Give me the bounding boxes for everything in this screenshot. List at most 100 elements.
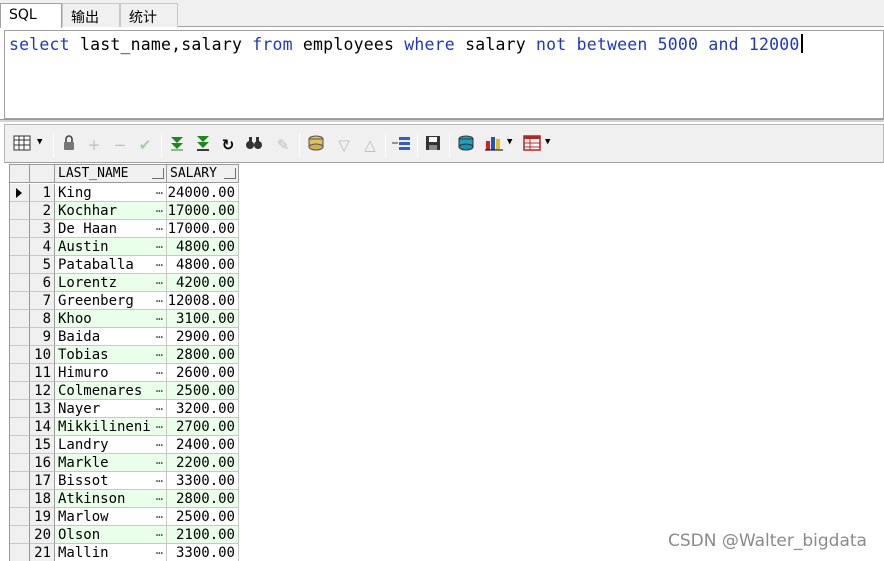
grid-view-dropdown-icon[interactable]: ▼: [37, 137, 42, 147]
row-indicator[interactable]: [10, 328, 30, 346]
row-indicator[interactable]: [10, 220, 30, 238]
pane-splitter[interactable]: [0, 119, 884, 122]
table-options-dropdown-icon[interactable]: ▼: [545, 137, 550, 147]
table-row[interactable]: 6 Lorentz … 4200.00: [10, 274, 240, 292]
table-row[interactable]: 20 Olson … 2100.00: [10, 526, 240, 544]
cell-editor-button[interactable]: …: [156, 364, 163, 379]
row-indicator[interactable]: [10, 490, 30, 508]
cell-editor-button[interactable]: …: [156, 382, 163, 397]
query-by-example-icon[interactable]: [307, 135, 325, 155]
cell-editor-button[interactable]: …: [156, 292, 163, 307]
cell-editor-button[interactable]: …: [156, 526, 163, 541]
cell-last-name[interactable]: King…: [55, 184, 167, 202]
export-icon[interactable]: [457, 135, 475, 155]
delete-row-icon[interactable]: −: [113, 135, 127, 155]
row-indicator[interactable]: [10, 436, 30, 454]
cell-salary[interactable]: 17000.00: [167, 202, 239, 220]
tab-sql[interactable]: SQL: [0, 3, 62, 28]
table-row[interactable]: 8 Khoo … 3100.00: [10, 310, 240, 328]
cell-salary[interactable]: 12008.00: [167, 292, 239, 310]
cell-salary[interactable]: 3300.00: [167, 472, 239, 490]
cell-editor-button[interactable]: …: [156, 220, 163, 235]
table-row[interactable]: 10 Tobias … 2800.00: [10, 346, 240, 364]
cell-salary[interactable]: 3300.00: [167, 544, 239, 561]
table-row[interactable]: 7 Greenberg … 12008.00: [10, 292, 240, 310]
cell-editor-button[interactable]: …: [156, 274, 163, 289]
row-indicator[interactable]: [10, 238, 30, 256]
cell-salary[interactable]: 24000.00: [167, 184, 239, 202]
cell-salary[interactable]: 4800.00: [167, 238, 239, 256]
cell-last-name[interactable]: Nayer…: [55, 400, 167, 418]
cell-last-name[interactable]: Atkinson…: [55, 490, 167, 508]
tab-statistics[interactable]: 统计: [120, 3, 178, 27]
column-sort-icon[interactable]: [224, 168, 236, 179]
chart-icon[interactable]: [485, 135, 503, 155]
table-row[interactable]: 17 Bissot … 3300.00: [10, 472, 240, 490]
find-icon[interactable]: [245, 135, 263, 155]
sql-editor[interactable]: select last_name,salary from employees w…: [4, 30, 884, 119]
cell-editor-button[interactable]: …: [156, 238, 163, 253]
cell-last-name[interactable]: Greenberg…: [55, 292, 167, 310]
table-row[interactable]: 14 Mikkilineni … 2700.00: [10, 418, 240, 436]
table-row[interactable]: 15 Landry … 2400.00: [10, 436, 240, 454]
cell-last-name[interactable]: Landry…: [55, 436, 167, 454]
cell-editor-button[interactable]: …: [156, 544, 163, 559]
sql-text[interactable]: select last_name,salary from employees w…: [9, 34, 803, 54]
cell-salary[interactable]: 3200.00: [167, 400, 239, 418]
table-row[interactable]: 18 Atkinson … 2800.00: [10, 490, 240, 508]
table-row[interactable]: 16 Markle … 2200.00: [10, 454, 240, 472]
cell-salary[interactable]: 2900.00: [167, 328, 239, 346]
column-sort-icon[interactable]: [152, 168, 164, 179]
row-indicator[interactable]: [10, 382, 30, 400]
row-indicator[interactable]: [10, 400, 30, 418]
cell-salary[interactable]: 4200.00: [167, 274, 239, 292]
cell-editor-button[interactable]: …: [156, 472, 163, 487]
cell-editor-button[interactable]: …: [156, 202, 163, 217]
add-row-icon[interactable]: +: [87, 135, 101, 155]
table-row[interactable]: 19 Marlow … 2500.00: [10, 508, 240, 526]
cell-salary[interactable]: 4800.00: [167, 256, 239, 274]
cell-editor-button[interactable]: …: [156, 508, 163, 523]
cell-editor-button[interactable]: …: [156, 184, 163, 199]
cell-last-name[interactable]: Olson…: [55, 526, 167, 544]
cell-last-name[interactable]: Kochhar…: [55, 202, 167, 220]
cell-editor-button[interactable]: …: [156, 418, 163, 433]
row-indicator[interactable]: [10, 274, 30, 292]
cell-last-name[interactable]: Mallin…: [55, 544, 167, 561]
cell-salary[interactable]: 2400.00: [167, 436, 239, 454]
table-row[interactable]: 2 Kochhar … 17000.00: [10, 202, 240, 220]
cell-last-name[interactable]: Mikkilineni…: [55, 418, 167, 436]
cell-editor-button[interactable]: …: [156, 400, 163, 415]
cell-last-name[interactable]: Markle…: [55, 454, 167, 472]
cell-salary[interactable]: 2500.00: [167, 508, 239, 526]
row-indicator[interactable]: [10, 364, 30, 382]
row-indicator[interactable]: [10, 292, 30, 310]
table-row[interactable]: 1 King … 24000.00: [10, 184, 240, 202]
row-indicator[interactable]: [10, 310, 30, 328]
cell-salary[interactable]: 17000.00: [167, 220, 239, 238]
cell-editor-button[interactable]: …: [156, 490, 163, 505]
post-changes-icon[interactable]: ✔: [137, 135, 153, 155]
cell-editor-button[interactable]: …: [156, 454, 163, 469]
row-indicator[interactable]: [10, 454, 30, 472]
cell-last-name[interactable]: Himuro…: [55, 364, 167, 382]
column-header-salary[interactable]: SALARY: [167, 165, 239, 183]
cell-last-name[interactable]: Marlow…: [55, 508, 167, 526]
cell-editor-button[interactable]: …: [156, 346, 163, 361]
cell-salary[interactable]: 2100.00: [167, 526, 239, 544]
chart-dropdown-icon[interactable]: ▼: [507, 137, 512, 147]
row-indicator[interactable]: [10, 202, 30, 220]
cell-last-name[interactable]: Tobias…: [55, 346, 167, 364]
fetch-next-icon[interactable]: [169, 135, 185, 155]
cell-editor-button[interactable]: …: [156, 436, 163, 451]
row-indicator[interactable]: [10, 418, 30, 436]
table-row[interactable]: 3 De Haan … 17000.00: [10, 220, 240, 238]
cell-editor-button[interactable]: …: [156, 310, 163, 325]
cell-last-name[interactable]: Austin…: [55, 238, 167, 256]
table-options-icon[interactable]: [523, 135, 541, 155]
row-indicator[interactable]: [10, 508, 30, 526]
fetch-last-icon[interactable]: [195, 135, 211, 155]
row-indicator[interactable]: [10, 544, 30, 561]
previous-page-icon[interactable]: △: [363, 135, 377, 155]
column-header-last-name[interactable]: LAST_NAME: [55, 165, 167, 183]
